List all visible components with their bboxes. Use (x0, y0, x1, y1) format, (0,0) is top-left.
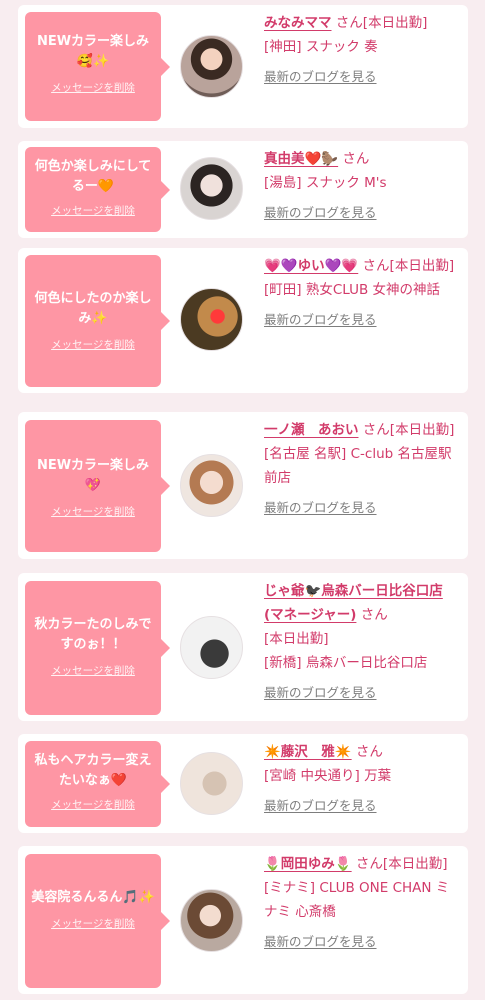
shop-text: [宮崎 中央通り] 万葉 (264, 768, 392, 784)
sender-info: 一ノ瀬 あおい さん[本日出勤] [名古屋 名駅] C-club 名古屋駅前店 … (264, 418, 460, 520)
delete-message-link[interactable]: メッセージを削除 (31, 663, 155, 679)
sender-name-link[interactable]: 真由美❤️🦫 (264, 151, 338, 167)
shop-text: [神田] スナック 奏 (264, 39, 378, 55)
message-text: 何色にしたのか楽しみ✨ (34, 291, 152, 326)
sender-name-link[interactable]: みなみママ (264, 15, 332, 31)
message-card: 秋カラーたのしみですのぉ！！ メッセージを削除 じゃ爺🐦‍⬛烏森バー日比谷口店(… (18, 573, 468, 721)
avatar[interactable] (180, 752, 243, 815)
message-text: NEWカラー楽しみ💖 (36, 458, 150, 493)
honorific: さん (360, 607, 388, 623)
shop-text: [湯島] スナック M's (264, 175, 387, 191)
status-text: [本日出勤] (362, 15, 428, 31)
sender-info: みなみママ さん[本日出勤] [神田] スナック 奏 最新のブログを見る (264, 11, 460, 89)
message-bubble: 美容院るんるん🎵✨ メッセージを削除 (25, 854, 170, 988)
sender-name-link[interactable]: じゃ爺🐦‍⬛烏森バー日比谷口店(マネージャー) (264, 583, 443, 623)
status-text: [本日出勤] (382, 856, 448, 872)
message-bubble: 何色にしたのか楽しみ✨ メッセージを削除 (25, 255, 170, 387)
avatar[interactable] (180, 288, 243, 351)
avatar[interactable] (180, 889, 243, 952)
sender-info: ✴️藤沢 雅✴️ さん [宮崎 中央通り] 万葉 最新のブログを見る (264, 740, 460, 818)
message-card: NEWカラー楽しみ🥰✨ メッセージを削除 みなみママ さん[本日出勤] [神田]… (18, 5, 468, 128)
blog-link[interactable]: 最新のブログを見る (264, 496, 377, 520)
honorific: さん (362, 422, 390, 438)
avatar[interactable] (180, 157, 243, 220)
message-card: NEWカラー楽しみ💖 メッセージを削除 一ノ瀬 あおい さん[本日出勤] [名古… (18, 412, 468, 559)
honorific: さん (335, 15, 363, 31)
avatar[interactable] (180, 35, 243, 98)
message-text: 秋カラーたのしみですのぉ！！ (34, 617, 152, 652)
shop-text: [名古屋 名駅] C-club 名古屋駅前店 (264, 446, 452, 486)
message-bubble: 秋カラーたのしみですのぉ！！ メッセージを削除 (25, 581, 170, 715)
blog-link[interactable]: 最新のブログを見る (264, 201, 377, 225)
delete-message-link[interactable]: メッセージを削除 (31, 916, 155, 932)
honorific: さん (355, 744, 383, 760)
sender-info: 💗💜ゆい💜💗 さん[本日出勤] [町田] 熟女CLUB 女神の神話 最新のブログ… (264, 254, 460, 332)
status-text: [本日出勤] (264, 631, 329, 647)
avatar[interactable] (180, 616, 243, 679)
delete-message-link[interactable]: メッセージを削除 (31, 203, 155, 219)
delete-message-link[interactable]: メッセージを削除 (31, 504, 155, 520)
honorific: さん (355, 856, 383, 872)
message-text: 私もヘアカラー変えたいなぁ❤️ (34, 753, 152, 788)
shop-text: [町田] 熟女CLUB 女神の神話 (264, 282, 441, 298)
message-bubble: 何色か楽しみにしてるー🧡 メッセージを削除 (25, 147, 170, 232)
delete-message-link[interactable]: メッセージを削除 (31, 797, 155, 813)
message-text: NEWカラー楽しみ🥰✨ (36, 34, 150, 69)
message-text: 美容院るんるん🎵✨ (31, 890, 155, 905)
blog-link[interactable]: 最新のブログを見る (264, 65, 377, 89)
sender-info: じゃ爺🐦‍⬛烏森バー日比谷口店(マネージャー) さん [本日出勤] [新橋] 烏森… (264, 579, 460, 705)
blog-link[interactable]: 最新のブログを見る (264, 308, 377, 332)
shop-text: [新橋] 烏森バー日比谷口店 (264, 655, 428, 671)
blog-link[interactable]: 最新のブログを見る (264, 681, 377, 705)
shop-text: [ミナミ] CLUB ONE CHAN ミナミ 心斎橋 (264, 880, 450, 920)
message-card: 美容院るんるん🎵✨ メッセージを削除 🌷岡田ゆみ🌷 さん[本日出勤] [ミナミ]… (18, 846, 468, 994)
honorific: さん (342, 151, 370, 167)
message-card: 私もヘアカラー変えたいなぁ❤️ メッセージを削除 ✴️藤沢 雅✴️ さん [宮崎… (18, 734, 468, 833)
sender-name-link[interactable]: 💗💜ゆい💜💗 (264, 258, 358, 274)
blog-link[interactable]: 最新のブログを見る (264, 794, 377, 818)
status-text: [本日出勤] (389, 422, 455, 438)
message-bubble: NEWカラー楽しみ🥰✨ メッセージを削除 (25, 12, 170, 121)
sender-info: 🌷岡田ゆみ🌷 さん[本日出勤] [ミナミ] CLUB ONE CHAN ミナミ … (264, 852, 460, 954)
message-bubble: 私もヘアカラー変えたいなぁ❤️ メッセージを削除 (25, 741, 170, 827)
delete-message-link[interactable]: メッセージを削除 (31, 337, 155, 353)
avatar[interactable] (180, 454, 243, 517)
sender-name-link[interactable]: 🌷岡田ゆみ🌷 (264, 856, 352, 872)
status-text: [本日出勤] (389, 258, 455, 274)
sender-name-link[interactable]: ✴️藤沢 雅✴️ (264, 744, 352, 760)
blog-link[interactable]: 最新のブログを見る (264, 930, 377, 954)
message-card: 何色にしたのか楽しみ✨ メッセージを削除 💗💜ゆい💜💗 さん[本日出勤] [町田… (18, 248, 468, 393)
message-text: 何色か楽しみにしてるー🧡 (34, 159, 152, 194)
message-card: 何色か楽しみにしてるー🧡 メッセージを削除 真由美❤️🦫 さん [湯島] スナッ… (18, 141, 468, 238)
delete-message-link[interactable]: メッセージを削除 (31, 80, 155, 96)
sender-name-link[interactable]: 一ノ瀬 あおい (264, 422, 359, 438)
sender-info: 真由美❤️🦫 さん [湯島] スナック M's 最新のブログを見る (264, 147, 460, 225)
message-bubble: NEWカラー楽しみ💖 メッセージを削除 (25, 420, 170, 552)
honorific: さん (362, 258, 390, 274)
